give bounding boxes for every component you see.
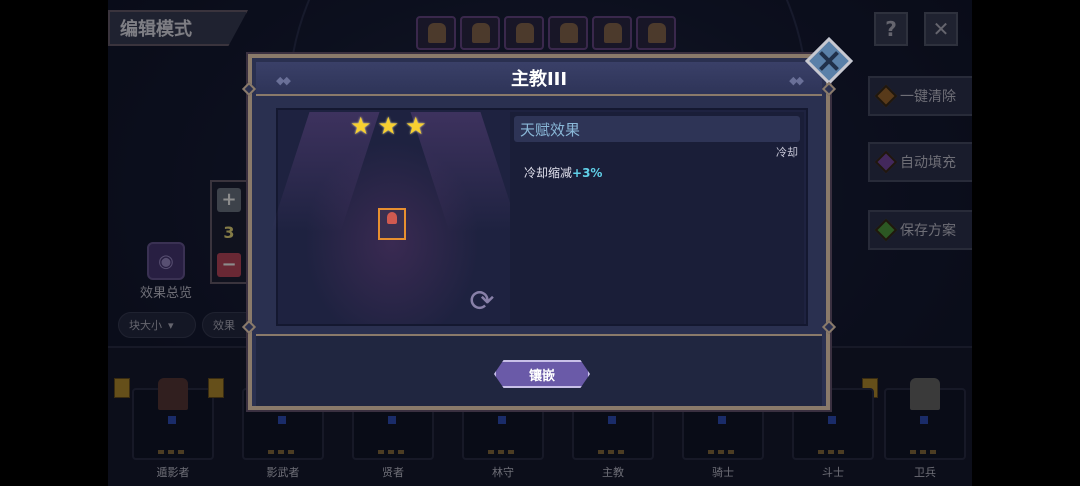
star-icon: ★: [377, 112, 400, 140]
inlay-button[interactable]: 镶嵌: [494, 360, 590, 388]
star-icon: ★: [405, 112, 427, 140]
ornament-icon: ◆◆: [789, 74, 804, 87]
dialog-body: ★ ★ ★ ⟳ 天赋效果 冷却 冷却缩减+3%: [270, 108, 808, 326]
hero-sprite: [378, 208, 406, 240]
star-rating: ★ ★ ★: [350, 114, 427, 138]
ornament-icon: ◆◆: [276, 74, 291, 87]
dialog-footer: 镶嵌: [256, 334, 822, 406]
hero-preview-panel: ★ ★ ★ ⟳: [270, 112, 520, 324]
hero-detail-dialog: ◆◆ 主教III ◆◆ ★ ★ ★ ⟳ 天赋效果 冷却 冷却缩减+3% 镶嵌: [241, 36, 854, 410]
star-icon: ★: [350, 112, 372, 140]
effect-value: +3%: [572, 166, 603, 180]
talent-header: 天赋效果: [514, 116, 800, 142]
dialog-title: 主教III: [510, 69, 568, 90]
talent-effect: 冷却缩减+3%: [524, 164, 602, 181]
dialog-title-bar: ◆◆ 主教III ◆◆: [256, 62, 822, 96]
cooldown-tag: 冷却: [776, 146, 798, 159]
effect-text: 冷却缩减: [524, 166, 573, 180]
talent-panel: 天赋效果 冷却 冷却缩减+3%: [510, 112, 804, 324]
swap-icon[interactable]: ⟳: [462, 282, 502, 322]
